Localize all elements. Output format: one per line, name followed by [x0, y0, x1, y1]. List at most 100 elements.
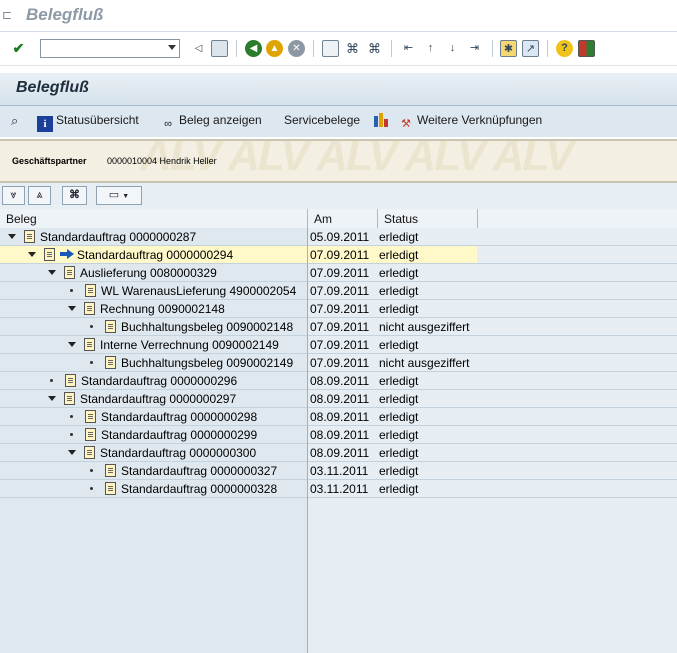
prev-page-icon[interactable]: ↑: [422, 40, 439, 57]
service-documents-button[interactable]: Servicebelege: [284, 113, 360, 127]
status-cell: erledigt: [379, 482, 419, 496]
shortcut-icon[interactable]: ↗: [522, 40, 539, 57]
expand-icon[interactable]: [68, 306, 76, 311]
date-cell: 07.09.2011: [310, 266, 370, 280]
chevron-down-icon[interactable]: [168, 45, 176, 50]
toolbar-separator: [547, 40, 548, 57]
date-cell: 07.09.2011: [310, 284, 370, 298]
table-row-selected[interactable]: Standardauftrag 0000000294 07.09.2011 er…: [0, 246, 677, 264]
application-toolbar: ⌕ i Statusübersicht ∞ Beleg anzeigen Servi…: [0, 106, 677, 137]
tree-node[interactable]: Standardauftrag 0000000327: [88, 463, 277, 479]
new-session-icon[interactable]: ✱: [500, 40, 517, 57]
table-row[interactable]: Standardauftrag 0000000299 08.09.2011 er…: [0, 426, 677, 444]
find-tree-icon[interactable]: ⌘: [62, 186, 87, 205]
menu-icon[interactable]: ⊏: [2, 9, 14, 21]
expand-icon[interactable]: [68, 450, 76, 455]
table-row[interactable]: Standardauftrag 0000000328 03.11.2011 er…: [0, 480, 677, 498]
document-icon: [85, 428, 96, 441]
table-row[interactable]: Rechnung 0090002148 07.09.2011 erledigt: [0, 300, 677, 318]
hierarchy-icon[interactable]: [373, 112, 389, 128]
node-label: Standardauftrag 0000000287: [40, 230, 197, 244]
tree-node[interactable]: Standardauftrag 0000000294: [28, 247, 233, 263]
column-status[interactable]: Status: [384, 212, 418, 226]
help-icon[interactable]: ?: [556, 40, 573, 57]
column-separator[interactable]: [377, 209, 378, 228]
expand-icon[interactable]: [68, 342, 76, 347]
leaf-bullet-icon: [90, 469, 93, 472]
column-separator[interactable]: [307, 209, 308, 228]
leaf-bullet-icon: [70, 289, 73, 292]
tree-node[interactable]: Rechnung 0090002148: [68, 301, 225, 317]
table-row[interactable]: Standardauftrag 0000000300 08.09.2011 er…: [0, 444, 677, 462]
tree-node[interactable]: Standardauftrag 0000000300: [68, 445, 256, 461]
tree-node[interactable]: Buchhaltungsbeleg 0090002148: [88, 319, 293, 335]
date-cell: 08.09.2011: [310, 410, 370, 424]
expand-all-icon[interactable]: ⩔: [2, 186, 25, 205]
info-icon: i: [37, 116, 53, 132]
table-row[interactable]: Buchhaltungsbeleg 0090002149 07.09.2011 …: [0, 354, 677, 372]
column-divider[interactable]: [307, 228, 308, 653]
save-icon[interactable]: [211, 40, 228, 57]
column-am[interactable]: Am: [314, 212, 332, 226]
date-cell: 07.09.2011: [310, 248, 370, 262]
status-overview-button[interactable]: i Statusübersicht: [37, 113, 139, 132]
tree-toolbar: ⩔ ⩓ ⌘ ▭ ▼: [0, 183, 677, 210]
tree-node[interactable]: WL WarenausLieferung 4900002054: [68, 283, 296, 299]
check-icon[interactable]: ✔: [10, 40, 27, 57]
back-arrow-icon[interactable]: ◁: [190, 40, 207, 57]
date-cell: 07.09.2011: [310, 338, 370, 352]
table-row[interactable]: Standardauftrag 0000000297 08.09.2011 er…: [0, 390, 677, 408]
next-page-icon[interactable]: ↓: [444, 40, 461, 57]
tree-node[interactable]: Standardauftrag 0000000298: [68, 409, 257, 425]
expand-icon[interactable]: [48, 270, 56, 275]
date-cell: 08.09.2011: [310, 428, 370, 442]
table-row[interactable]: Standardauftrag 0000000287 05.09.2011 er…: [0, 228, 677, 246]
node-label: Standardauftrag 0000000300: [100, 446, 257, 460]
table-row[interactable]: Interne Verrechnung 0090002149 07.09.201…: [0, 336, 677, 354]
collapse-all-icon[interactable]: ⩓: [28, 186, 51, 205]
last-page-icon[interactable]: ⇥: [466, 40, 483, 57]
expand-icon[interactable]: [48, 396, 56, 401]
find-next-icon[interactable]: ⌘: [366, 40, 383, 57]
leaf-bullet-icon: [70, 415, 73, 418]
tree-node[interactable]: Interne Verrechnung 0090002149: [68, 337, 279, 353]
more-links-button[interactable]: ⚒ Weitere Verknüpfungen: [398, 113, 542, 132]
search-icon[interactable]: ⌕: [11, 113, 28, 129]
column-separator[interactable]: [477, 209, 478, 228]
tree-node[interactable]: Standardauftrag 0000000287: [8, 229, 196, 245]
tree-node[interactable]: Standardauftrag 0000000297: [48, 391, 236, 407]
tree-node[interactable]: Buchhaltungsbeleg 0090002149: [88, 355, 293, 371]
tree-node[interactable]: Standardauftrag 0000000299: [68, 427, 257, 443]
partner-value: 0000010004 Hendrik Heller: [107, 156, 217, 166]
status-cell: erledigt: [379, 248, 419, 262]
show-document-button[interactable]: ∞ Beleg anzeigen: [160, 113, 262, 132]
find-icon[interactable]: ⌘: [344, 40, 361, 57]
print-icon[interactable]: [322, 40, 339, 57]
table-row[interactable]: Auslieferung 0080000329 07.09.2011 erled…: [0, 264, 677, 282]
print-menu-button[interactable]: ▭ ▼: [96, 186, 142, 205]
status-cell: erledigt: [379, 302, 419, 316]
expand-icon[interactable]: [28, 252, 36, 257]
back-icon[interactable]: ◀: [245, 40, 262, 57]
column-beleg[interactable]: Beleg: [6, 212, 37, 226]
document-icon: [24, 230, 35, 243]
status-cell: erledigt: [379, 284, 419, 298]
page-title: Belegfluß: [16, 79, 89, 96]
layout-icon[interactable]: [578, 40, 595, 57]
exit-icon[interactable]: ▲: [266, 40, 283, 57]
first-page-icon[interactable]: ⇤: [400, 40, 417, 57]
expand-icon[interactable]: [8, 234, 16, 239]
table-row[interactable]: Standardauftrag 0000000327 03.11.2011 er…: [0, 462, 677, 480]
tree-node[interactable]: Auslieferung 0080000329: [48, 265, 217, 281]
cancel-icon[interactable]: ✕: [288, 40, 305, 57]
table-row[interactable]: Standardauftrag 0000000296 08.09.2011 er…: [0, 372, 677, 390]
command-field[interactable]: [40, 39, 180, 58]
tree-node[interactable]: Standardauftrag 0000000296: [48, 373, 237, 389]
table-row[interactable]: Standardauftrag 0000000298 08.09.2011 er…: [0, 408, 677, 426]
leaf-bullet-icon: [70, 433, 73, 436]
table-row[interactable]: Buchhaltungsbeleg 0090002148 07.09.2011 …: [0, 318, 677, 336]
document-icon: [64, 266, 75, 279]
tree-node[interactable]: Standardauftrag 0000000328: [88, 481, 277, 497]
document-icon: [84, 446, 95, 459]
table-row[interactable]: WL WarenausLieferung 4900002054 07.09.20…: [0, 282, 677, 300]
